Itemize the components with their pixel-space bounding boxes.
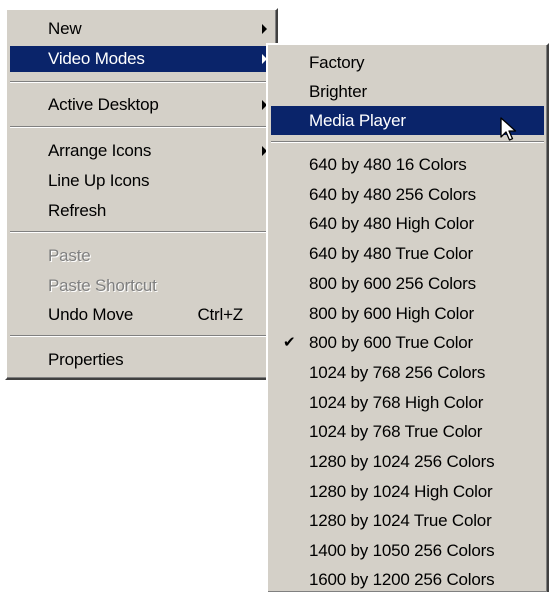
submenu-item-label: Factory xyxy=(309,53,365,72)
menu-item-line-up-icons-label: Line Up Icons xyxy=(48,171,150,190)
menu-item-properties-label: Properties xyxy=(48,350,124,369)
checkmark-icon: ✔ xyxy=(283,334,296,351)
menu-item-video-modes-label: Video Modes xyxy=(48,49,145,68)
submenu-item-label: 640 by 480 High Color xyxy=(309,214,474,233)
submenu-item-resolution[interactable]: 1024 by 768 True Color xyxy=(271,417,544,446)
submenu-item-resolution[interactable]: 1600 by 1200 256 Colors xyxy=(271,565,544,592)
menu-item-paste: Paste xyxy=(10,243,273,269)
mouse-pointer-icon xyxy=(500,117,517,141)
menu-separator xyxy=(10,126,273,128)
menu-item-paste-shortcut: Paste Shortcut xyxy=(10,273,273,299)
submenu-item-resolution[interactable]: 800 by 600 High Color xyxy=(271,299,544,328)
submenu-item-label: 1024 by 768 True Color xyxy=(309,422,483,441)
menu-item-refresh-label: Refresh xyxy=(48,201,107,220)
submenu-item-label: 640 by 480 True Color xyxy=(309,244,474,263)
submenu-item-label: 1280 by 1024 True Color xyxy=(309,511,492,530)
submenu-item-resolution[interactable]: 1280 by 1024 True Color xyxy=(271,506,544,535)
submenu-item-label: 1400 by 1050 256 Colors xyxy=(309,541,495,560)
submenu-item-label: 1600 by 1200 256 Colors xyxy=(309,570,495,589)
submenu-item-resolution[interactable]: 640 by 480 16 Colors xyxy=(271,150,544,179)
submenu-item-resolution[interactable]: 640 by 480 High Color xyxy=(271,209,544,238)
submenu-item-label: 800 by 600 High Color xyxy=(309,304,474,323)
menu-item-arrange-icons[interactable]: Arrange Icons xyxy=(10,138,273,164)
menu-item-active-desktop[interactable]: Active Desktop xyxy=(10,92,273,118)
menu-item-paste-label: Paste xyxy=(48,246,91,265)
submenu-item-label: 800 by 600 256 Colors xyxy=(309,274,476,293)
submenu-item-label: 1280 by 1024 256 Colors xyxy=(309,452,495,471)
menu-item-properties[interactable]: Properties xyxy=(10,347,273,373)
submenu-item-resolution[interactable]: 640 by 480 256 Colors xyxy=(271,180,544,209)
menu-item-line-up-icons[interactable]: Line Up Icons xyxy=(10,168,273,194)
menu-item-refresh[interactable]: Refresh xyxy=(10,198,273,224)
submenu-item-resolution[interactable]: 1024 by 768 256 Colors xyxy=(271,358,544,387)
submenu-item-label: 1024 by 768 High Color xyxy=(309,393,484,412)
submenu-item-resolution[interactable]: 1400 by 1050 256 Colors xyxy=(271,536,544,565)
menu-item-new[interactable]: New xyxy=(10,16,273,42)
submenu-item-label: Brighter xyxy=(309,82,367,101)
menu-item-undo-move-label: Undo Move xyxy=(48,305,134,324)
submenu-item-label: 640 by 480 16 Colors xyxy=(309,155,467,174)
menu-separator xyxy=(10,231,273,233)
undo-shortcut-label: Ctrl+Z xyxy=(197,305,243,324)
submenu-item-resolution[interactable]: 640 by 480 True Color xyxy=(271,239,544,268)
menu-item-video-modes[interactable]: Video Modes xyxy=(10,46,273,72)
menu-item-undo-move[interactable]: Undo Move Ctrl+Z xyxy=(10,302,273,328)
submenu-item-label: 800 by 600 True Color xyxy=(309,333,474,352)
submenu-arrow-icon xyxy=(262,24,267,34)
menu-item-new-label: New xyxy=(48,19,82,38)
desktop-context-menu-screen: New Video Modes Active Desktop Arrange I… xyxy=(0,0,549,592)
submenu-item-resolution[interactable]: 1024 by 768 High Color xyxy=(271,388,544,417)
submenu-item-label: Media Player xyxy=(309,111,406,130)
menu-separator xyxy=(10,81,273,83)
desktop-context-menu: New Video Modes Active Desktop Arrange I… xyxy=(5,8,278,380)
submenu-item-resolution-checked[interactable]: ✔ 800 by 600 True Color xyxy=(271,328,544,357)
menu-item-paste-shortcut-label: Paste Shortcut xyxy=(48,276,157,295)
submenu-item-label: 640 by 480 256 Colors xyxy=(309,185,476,204)
submenu-item-factory[interactable]: Factory xyxy=(271,48,544,77)
menu-separator xyxy=(10,335,273,337)
submenu-item-label: 1280 by 1024 High Color xyxy=(309,482,493,501)
submenu-item-resolution[interactable]: 800 by 600 256 Colors xyxy=(271,269,544,298)
submenu-item-resolution[interactable]: 1280 by 1024 256 Colors xyxy=(271,447,544,476)
submenu-item-brighter[interactable]: Brighter xyxy=(271,77,544,106)
menu-item-active-desktop-label: Active Desktop xyxy=(48,95,159,114)
submenu-item-resolution[interactable]: 1280 by 1024 High Color xyxy=(271,477,544,506)
menu-item-arrange-icons-label: Arrange Icons xyxy=(48,141,152,160)
submenu-item-label: 1024 by 768 256 Colors xyxy=(309,363,486,382)
